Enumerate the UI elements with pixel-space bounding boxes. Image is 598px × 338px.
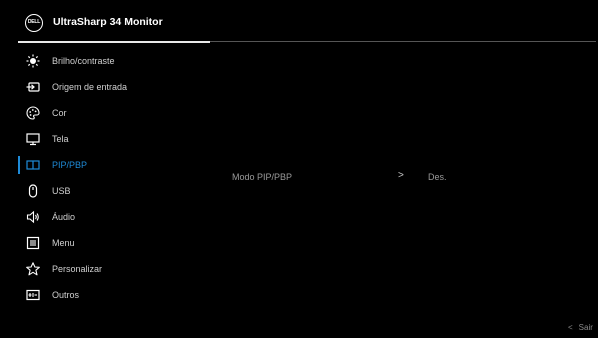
- display-icon: [26, 132, 40, 146]
- exit-button[interactable]: < Sair: [568, 323, 593, 332]
- osd-header: DELL UltraSharp 34 Monitor: [0, 0, 598, 44]
- menu-list-icon: [26, 236, 40, 250]
- menu-item-outros[interactable]: Outros: [0, 282, 210, 308]
- menu-item-menu[interactable]: Menu: [0, 230, 210, 256]
- menu-item-audio[interactable]: Áudio: [0, 204, 210, 230]
- pip-pbp-mode-label[interactable]: Modo PIP/PBP: [232, 172, 292, 182]
- menu-item-origem-de-entrada[interactable]: Origem de entrada: [0, 74, 210, 100]
- brightness-icon: [26, 54, 40, 68]
- speaker-icon: [26, 210, 40, 224]
- active-indicator: [18, 156, 20, 174]
- mouse-icon: [26, 184, 40, 198]
- color-palette-icon: [26, 106, 40, 120]
- header-divider: [210, 41, 596, 42]
- pip-pbp-mode-value: Des.: [428, 172, 447, 182]
- menu-item-label: Origem de entrada: [52, 82, 128, 92]
- chevron-left-icon: <: [568, 323, 573, 332]
- exit-label: Sair: [578, 323, 593, 332]
- menu-item-label: Personalizar: [52, 264, 103, 274]
- chevron-right-icon: >: [398, 170, 404, 181]
- menu-item-pip-pbp[interactable]: PIP/PBP: [0, 152, 210, 178]
- menu-item-label: Outros: [52, 290, 80, 300]
- header-divider-active: [18, 41, 210, 43]
- menu-item-tela[interactable]: Tela: [0, 126, 210, 152]
- menu-item-brilho-contraste[interactable]: Brilho/contraste: [0, 48, 210, 74]
- menu-item-label: PIP/PBP: [52, 160, 88, 170]
- menu-item-label: Tela: [52, 134, 69, 144]
- menu-item-label: Áudio: [52, 212, 76, 222]
- monitor-model-title: UltraSharp 34 Monitor: [53, 16, 163, 28]
- dell-logo: DELL: [25, 14, 43, 32]
- menu-item-label: Cor: [52, 108, 67, 118]
- input-source-icon: [26, 80, 40, 94]
- menu-item-personalizar[interactable]: Personalizar: [0, 256, 210, 282]
- menu-item-label: Brilho/contraste: [52, 56, 115, 66]
- pip-pbp-icon: [26, 158, 40, 172]
- menu-item-cor[interactable]: Cor: [0, 100, 210, 126]
- others-icon: [26, 288, 40, 302]
- menu-item-label: USB: [52, 186, 71, 196]
- star-icon: [26, 262, 40, 276]
- menu-item-usb[interactable]: USB: [0, 178, 210, 204]
- menu-item-label: Menu: [52, 238, 75, 248]
